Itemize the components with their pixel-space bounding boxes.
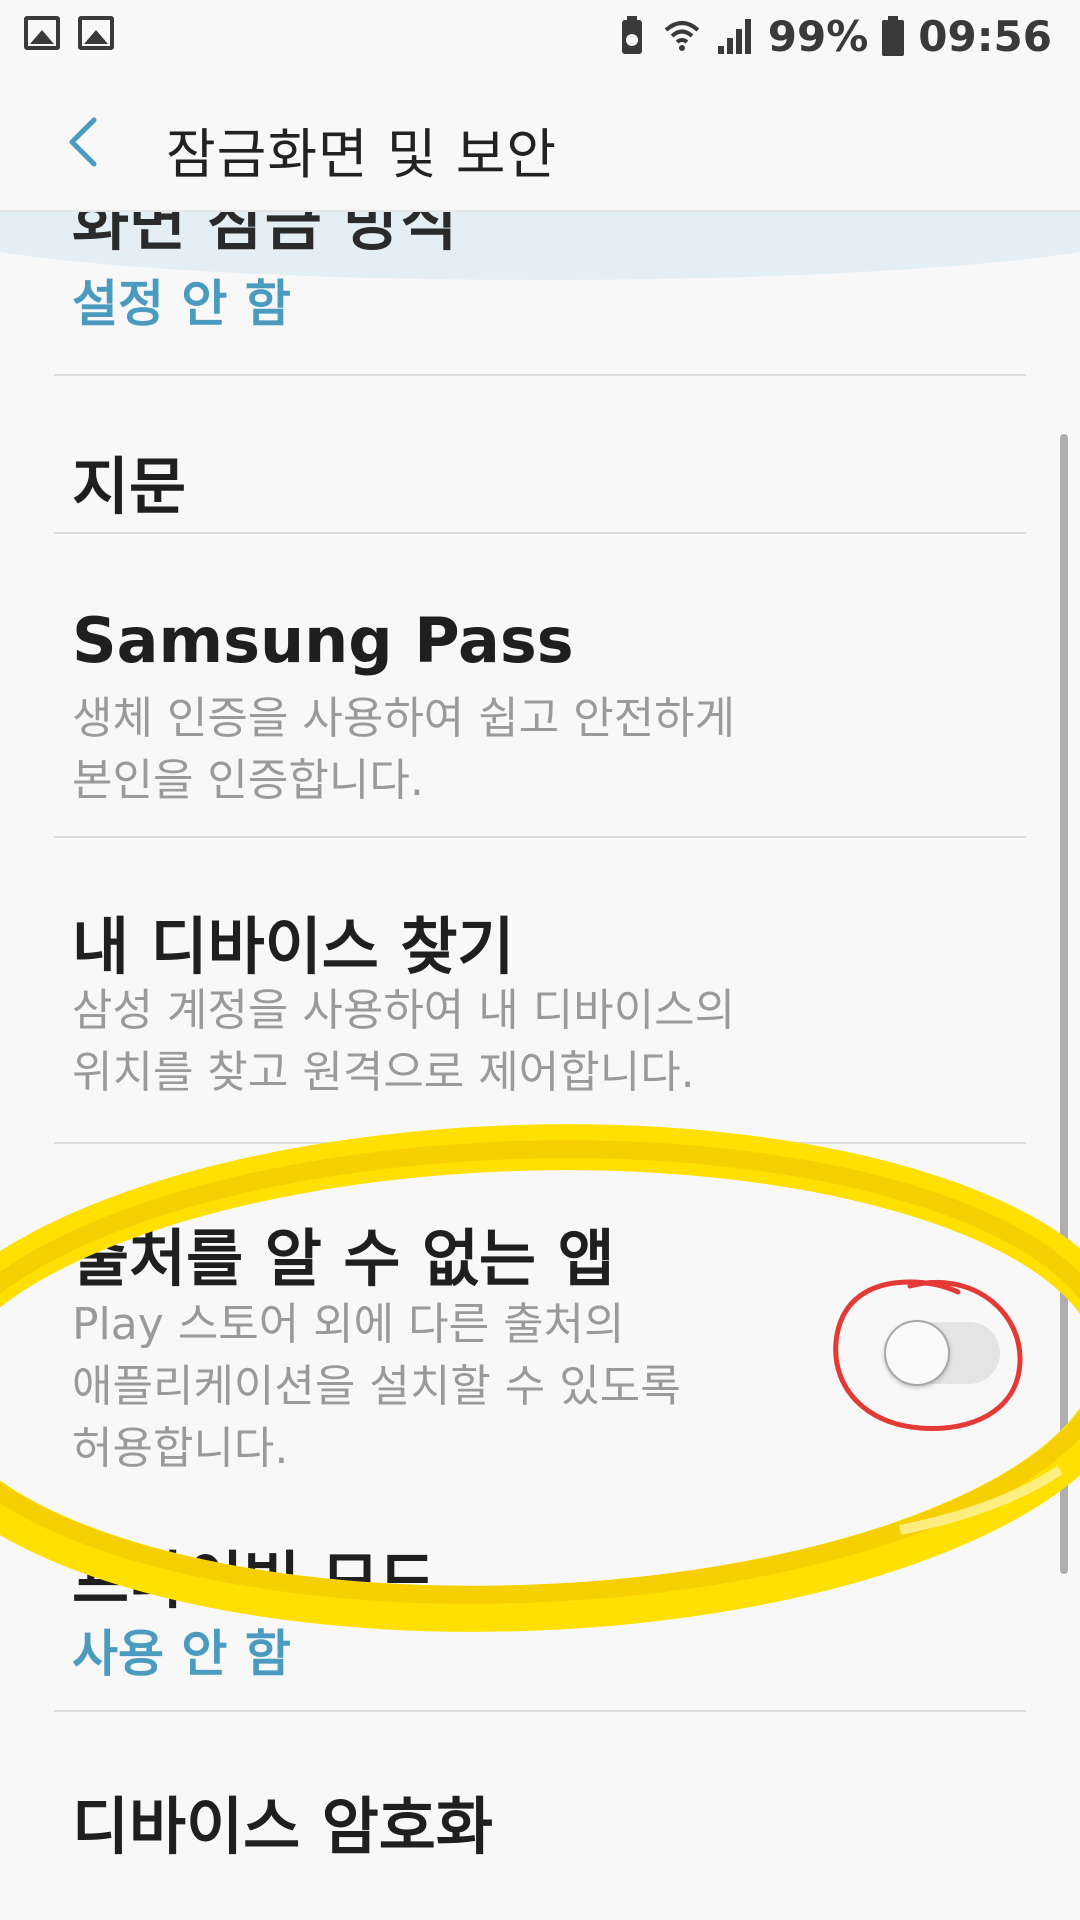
list-item-subtitle: 본인을 인증합니다. — [72, 755, 424, 806]
list-item-title: 디바이스 암호화 — [72, 1790, 493, 1863]
list-item-title: 지문 — [72, 450, 187, 523]
divider — [54, 1710, 1026, 1712]
list-item-subtitle: Play 스토어 외에 다른 출처의 — [72, 1299, 625, 1350]
battery-icon — [882, 16, 905, 56]
settings-list: 화면 잠금 방식 설정 안 함 지문 Samsung Pass 생체 인증을 사… — [0, 186, 1080, 1884]
battery-saver-icon — [621, 16, 642, 54]
clock: 09:56 — [918, 11, 1052, 61]
divider — [54, 1142, 1026, 1144]
scrollbar[interactable] — [1060, 434, 1068, 1574]
image-notification-icon — [78, 16, 114, 50]
list-item-subtitle: 삼성 계정을 사용하여 내 디바이스의 — [72, 985, 736, 1036]
list-item-title: 프라이빗 모드 — [72, 1544, 436, 1617]
page-title: 잠금화면 및 보안 — [166, 123, 558, 186]
signal-icon — [717, 19, 751, 54]
status-bar: 99% 09:56 — [0, 0, 1080, 72]
app-bar: 잠금화면 및 보안 — [0, 72, 1080, 212]
list-item-title: Samsung Pass — [72, 604, 574, 677]
battery-percent: 99% — [767, 11, 869, 61]
wifi-icon — [664, 21, 700, 51]
list-item-value: 설정 안 함 — [72, 275, 291, 333]
list-item-encrypt-device[interactable]: 디바이스 암호화 — [0, 1724, 1080, 1884]
list-item-samsung-pass[interactable]: Samsung Pass 생체 인증을 사용하여 쉽고 안전하게 본인을 인증합… — [0, 548, 1080, 852]
list-item-subtitle: 애플리케이션을 설치할 수 있도록 — [72, 1361, 681, 1412]
image-notification-icon — [24, 16, 60, 50]
list-item-subtitle: 허용합니다. — [72, 1423, 289, 1474]
list-item-title: 내 디바이스 찾기 — [72, 910, 515, 983]
back-chevron-left-icon[interactable] — [58, 112, 118, 172]
list-item-private-mode[interactable]: 프라이빗 모드 사용 안 함 — [0, 1540, 1080, 1724]
list-item-subtitle: 위치를 찾고 원격으로 제어합니다. — [72, 1047, 695, 1098]
notification-icons — [24, 16, 114, 50]
list-item-find-my-device[interactable]: 내 디바이스 찾기 삼성 계정을 사용하여 내 디바이스의 위치를 찾고 원격으… — [0, 852, 1080, 1158]
system-icons: 99% 09:56 — [616, 10, 1052, 62]
list-item-fingerprint[interactable]: 지문 — [0, 372, 1080, 548]
list-item-value: 사용 안 함 — [72, 1625, 291, 1683]
divider — [54, 532, 1026, 534]
list-item-title: 출처를 알 수 없는 앱 — [72, 1222, 615, 1295]
list-item-unknown-sources[interactable]: 출처를 알 수 없는 앱 Play 스토어 외에 다른 출처의 애플리케이션을 … — [0, 1158, 1080, 1540]
list-item-screen-lock[interactable]: 화면 잠금 방식 설정 안 함 — [0, 186, 1080, 376]
divider — [54, 836, 1026, 838]
list-item-subtitle: 생체 인증을 사용하여 쉽고 안전하게 — [72, 693, 736, 744]
screen: 99% 09:56 잠금화면 및 보안 화면 잠금 방식 설정 안 함 지문 S… — [0, 0, 1080, 1920]
